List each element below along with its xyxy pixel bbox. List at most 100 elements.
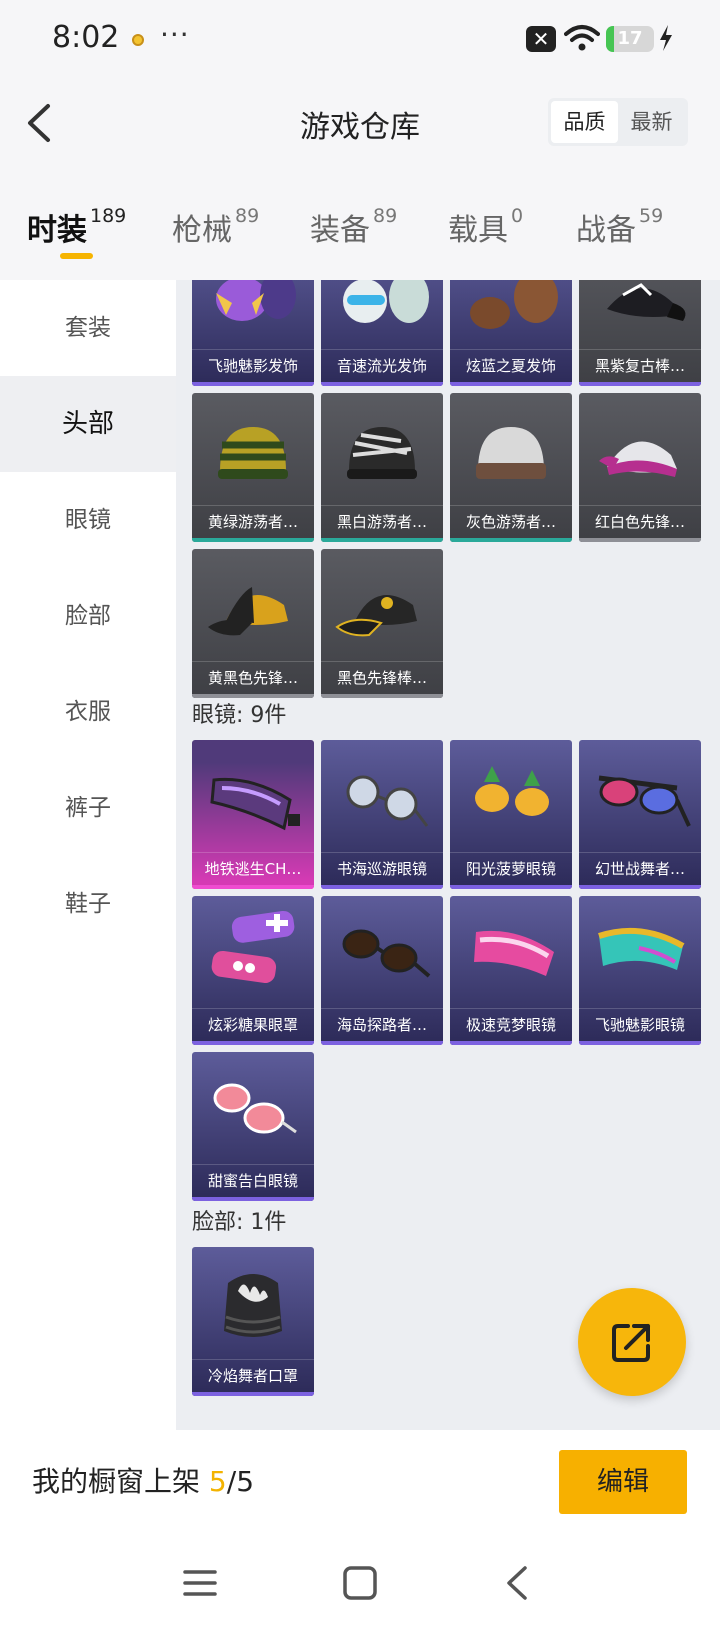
baseball-cap-icon [335, 595, 417, 637]
rarity-strip [192, 1041, 314, 1045]
status-bar: 8:02 ··· ✕ 17 [0, 0, 720, 80]
sidebar-item-face[interactable]: 脸部 [0, 568, 176, 664]
rarity-strip [450, 1041, 572, 1045]
tab-equipment[interactable]: 装备 89 [310, 205, 397, 249]
showcase-separator: / [226, 1465, 237, 1498]
item-card[interactable]: 红白色先锋… [579, 393, 701, 542]
edit-button[interactable]: 编辑 [559, 1450, 687, 1514]
tab-supplies[interactable]: 战备 59 [576, 205, 663, 249]
sidebar: 套装 头部 眼镜 脸部 衣服 裤子 鞋子 [0, 280, 176, 1430]
rarity-strip [579, 382, 701, 386]
active-tab-indicator [60, 253, 93, 259]
round-glasses-icon [346, 775, 429, 827]
heart-glasses-icon [213, 1083, 297, 1134]
item-card[interactable]: 甜蜜告白眼镜 [192, 1052, 314, 1201]
item-name: 飞驰魅影发饰 [192, 349, 314, 382]
item-card[interactable]: 音速流光发饰 [321, 280, 443, 386]
item-card[interactable]: 飞驰魅影发饰 [192, 280, 314, 386]
system-nav-bar [0, 1530, 720, 1640]
category-tabs: 时装 189 枪械 89 装备 89 载具 0 战备 59 [0, 195, 720, 270]
item-card[interactable]: 黑色先锋棒… [321, 549, 443, 698]
sidebar-item-shoes[interactable]: 鞋子 [0, 856, 176, 952]
sidebar-item-sets[interactable]: 套装 [0, 280, 176, 376]
item-name: 炫彩糖果眼罩 [192, 1008, 314, 1041]
tab-count: 89 [235, 205, 260, 227]
rarity-strip [192, 382, 314, 386]
item-name: 黑紫复古棒… [579, 349, 701, 382]
beanie-icon [476, 427, 546, 479]
item-card[interactable]: 幻世战舞者… [579, 740, 701, 889]
notification-emoji-icon [132, 34, 144, 46]
beanie-icon [347, 427, 417, 479]
sidebar-item-clothes[interactable]: 衣服 [0, 664, 176, 760]
header: 游戏仓库 品质 最新 [0, 80, 720, 170]
tab-label: 战备 [576, 213, 636, 248]
item-card[interactable]: 炫彩糖果眼罩 [192, 896, 314, 1045]
item-name: 炫蓝之夏发饰 [450, 349, 572, 382]
rarity-strip [192, 538, 314, 542]
sort-latest-button[interactable]: 最新 [618, 101, 685, 143]
item-card[interactable]: 黑白游荡者… [321, 393, 443, 542]
item-card[interactable]: 灰色游荡者… [450, 393, 572, 542]
tab-count: 89 [373, 205, 398, 227]
item-name: 飞驰魅影眼镜 [579, 1008, 701, 1041]
item-card[interactable]: 炫蓝之夏发饰 [450, 280, 572, 386]
rarity-strip [450, 885, 572, 889]
menu-icon[interactable] [177, 1560, 223, 1606]
pineapple-glasses-icon [475, 766, 549, 816]
glasses-items-grid: 地铁逃生CH… 书海巡游眼镜 阳光菠萝眼镜 幻世战舞者… 炫彩糖果眼罩 海岛探路… [192, 740, 701, 1201]
tab-label: 载具 [448, 213, 508, 248]
item-card[interactable]: 飞驰魅影眼镜 [579, 896, 701, 1045]
status-time: 8:02 [52, 20, 120, 55]
item-card[interactable]: 极速竞梦眼镜 [450, 896, 572, 1045]
item-name: 音速流光发饰 [321, 349, 443, 382]
visor-glasses-icon [598, 927, 685, 970]
tab-fashion[interactable]: 时装 189 [27, 205, 126, 249]
hair-accessory-icon [470, 280, 558, 329]
sidebar-item-head[interactable]: 头部 [0, 376, 176, 472]
tab-label: 时装 [27, 213, 87, 248]
item-name: 红白色先锋… [579, 505, 701, 538]
tab-guns[interactable]: 枪械 89 [172, 205, 259, 249]
back-chevron-icon[interactable] [495, 1560, 541, 1606]
rarity-strip [192, 1392, 314, 1396]
item-name: 黑色先锋棒… [321, 661, 443, 694]
item-name: 极速竞梦眼镜 [450, 1008, 572, 1041]
showcase-total: 5 [236, 1465, 255, 1498]
tab-label: 枪械 [172, 213, 232, 248]
charging-bolt-icon [660, 25, 672, 51]
tab-label: 装备 [310, 213, 370, 248]
item-card[interactable]: 黄黑色先锋… [192, 549, 314, 698]
showcase-status: 我的橱窗上架 5/5 [32, 1460, 254, 1500]
sidebar-item-pants[interactable]: 裤子 [0, 760, 176, 856]
showcase-bar: 我的橱窗上架 5/5 编辑 [0, 1430, 720, 1530]
item-list[interactable]: 飞驰魅影发饰 音速流光发饰 炫蓝之夏发饰 黑紫复古棒… 黄绿游荡者… 黑白游荡者… [176, 280, 720, 1430]
item-name: 灰色游荡者… [450, 505, 572, 538]
tab-count: 189 [90, 205, 127, 227]
hair-accessory-icon [343, 280, 429, 323]
eye-mask-icon [211, 910, 295, 984]
share-external-icon [612, 1324, 650, 1362]
home-square-icon[interactable] [337, 1560, 383, 1606]
item-card[interactable]: 阳光菠萝眼镜 [450, 740, 572, 889]
item-card[interactable]: 黑紫复古棒… [579, 280, 701, 386]
item-card[interactable]: 海岛探路者… [321, 896, 443, 1045]
item-name: 地铁逃生CH… [192, 852, 314, 885]
rarity-strip [192, 1197, 314, 1201]
share-button[interactable] [578, 1288, 686, 1396]
rarity-strip [321, 694, 443, 698]
sort-quality-button[interactable]: 品质 [551, 101, 618, 143]
sidebar-item-glasses[interactable]: 眼镜 [0, 472, 176, 568]
wifi-icon [564, 25, 600, 51]
tab-vehicles[interactable]: 载具 0 [448, 205, 523, 249]
battery-level: 17 [617, 28, 643, 49]
item-card[interactable]: 冷焰舞者口罩 [192, 1247, 314, 1396]
item-card[interactable]: 书海巡游眼镜 [321, 740, 443, 889]
item-card[interactable]: 地铁逃生CH… [192, 740, 314, 889]
item-name: 海岛探路者… [321, 1008, 443, 1041]
item-card[interactable]: 黄绿游荡者… [192, 393, 314, 542]
rarity-strip [321, 382, 443, 386]
rarity-strip [450, 538, 572, 542]
head-items-grid: 飞驰魅影发饰 音速流光发饰 炫蓝之夏发饰 黑紫复古棒… 黄绿游荡者… 黑白游荡者… [192, 280, 701, 698]
face-section-header: 脸部: 1件 [192, 1210, 287, 1235]
